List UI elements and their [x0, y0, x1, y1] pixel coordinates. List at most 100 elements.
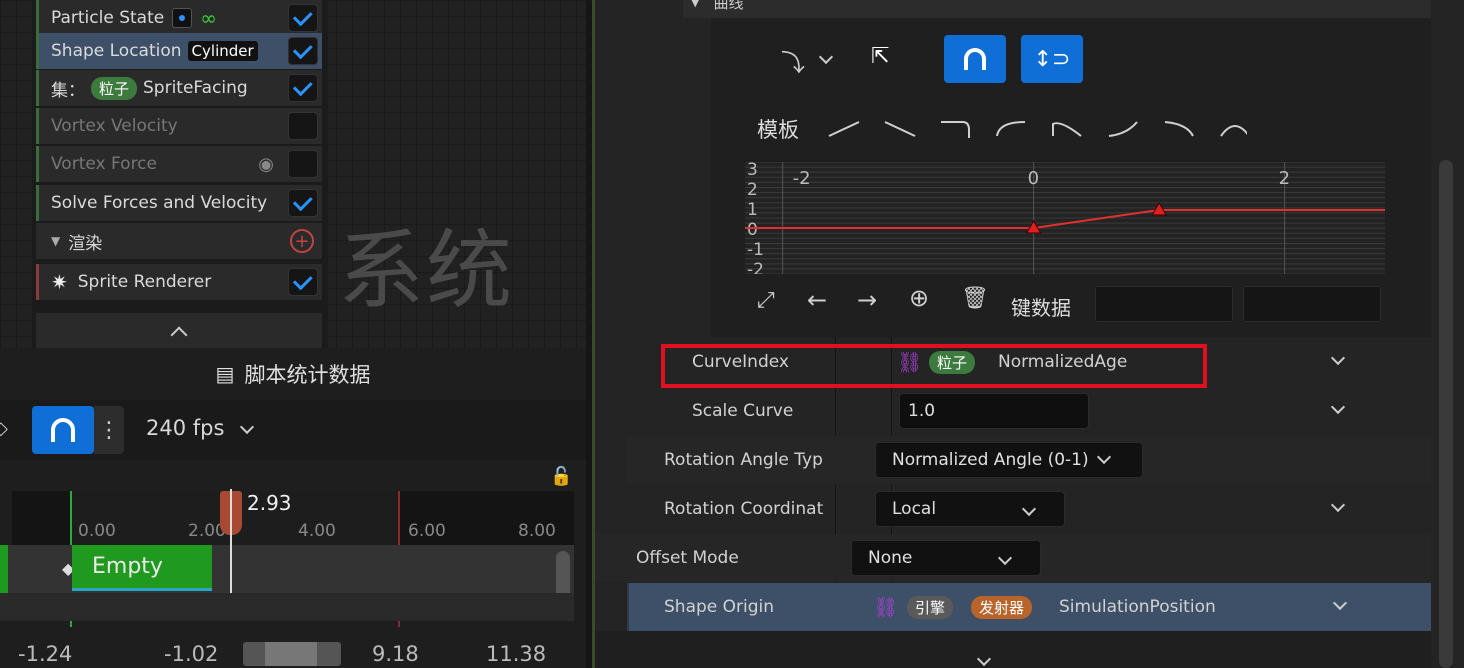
- module-particle-state[interactable]: Particle State ∞: [36, 0, 322, 36]
- template-step: [941, 121, 970, 138]
- y-tick-label: -1: [747, 240, 764, 260]
- sprite-renderer-row[interactable]: ✷ Sprite Renderer: [36, 264, 322, 300]
- renderer-enable-checkbox[interactable]: [288, 268, 318, 296]
- dropdown-value: None: [868, 548, 913, 568]
- dropdown-value: Normalized Angle (0-1): [892, 450, 1089, 470]
- graph-canvas[interactable]: 系统 Particle State ∞ Shape Location Cylin…: [0, 0, 586, 348]
- chevron-down-icon[interactable]: [1330, 399, 1346, 415]
- module-label: Vortex Force: [51, 154, 157, 174]
- engine-pill: 引擎: [907, 595, 954, 619]
- trash-icon[interactable]: 🗑: [961, 286, 989, 311]
- curve-template-list[interactable]: [827, 116, 1247, 142]
- module-enable-checkbox[interactable]: [288, 112, 318, 140]
- arrow-left-icon[interactable]: ←: [807, 286, 827, 314]
- rotation-coord-dropdown[interactable]: Local: [875, 491, 1065, 527]
- rotation-angle-dropdown[interactable]: Normalized Angle (0-1): [875, 442, 1143, 478]
- add-key-icon[interactable]: ⊕: [909, 284, 929, 312]
- ruler-tick: 6.00: [408, 521, 446, 541]
- module-label: Particle State: [51, 8, 165, 28]
- curve-magnet-button[interactable]: [944, 35, 1006, 83]
- module-enable-checkbox[interactable]: [288, 74, 318, 102]
- ruler-tick: 8.00: [518, 521, 556, 541]
- module-sprite-facing[interactable]: 集： 粒子 SpriteFacing: [36, 70, 322, 106]
- y-tick-label: 3: [747, 162, 758, 180]
- module-solve-forces[interactable]: Solve Forces and Velocity: [36, 185, 322, 221]
- chevron-down-icon[interactable]: [1332, 595, 1348, 611]
- y-tick-label: -2: [747, 260, 764, 274]
- vertical-magnet-icon: ↕⊃: [1033, 46, 1071, 72]
- emitter-node[interactable]: Particle State ∞ Shape Location Cylinder…: [32, 0, 328, 348]
- template-decay: [1164, 121, 1194, 137]
- fps-dropdown[interactable]: 240 fps: [146, 416, 224, 440]
- snap-magnet-button[interactable]: [32, 406, 94, 454]
- module-vortex-force[interactable]: Vortex Force ◉: [36, 146, 322, 182]
- shape-badge: Cylinder: [187, 41, 258, 61]
- template-linear-down: [884, 121, 916, 137]
- chevron-down-icon[interactable]: [1330, 350, 1346, 366]
- section-label: 渲染: [68, 233, 103, 254]
- chevron-down-icon[interactable]: [239, 419, 255, 435]
- scale-curve-input[interactable]: 1.0: [899, 393, 1089, 429]
- ruler-tick: 0.00: [78, 521, 116, 541]
- curve-section-header[interactable]: ▼ 曲线: [683, 0, 1431, 18]
- infinity-icon: ∞: [200, 6, 217, 30]
- prop-label: Rotation Angle Typ: [664, 450, 823, 470]
- range-scrollbar[interactable]: [243, 642, 341, 666]
- prop-label: Scale Curve: [692, 401, 794, 421]
- curve-graph[interactable]: -2 0 23210-1-2: [745, 162, 1385, 274]
- offset-mode-dropdown[interactable]: None: [851, 540, 1041, 576]
- timeline-ruler[interactable]: 0.00 2.00 4.00 6.00 8.00 2.93: [12, 491, 574, 627]
- y-tick-label: 1: [747, 200, 758, 220]
- template-bounce: [1052, 122, 1082, 137]
- module-enable-checkbox[interactable]: [288, 150, 318, 178]
- curve-snap-icon[interactable]: ⤵: [771, 40, 815, 80]
- key-value-input[interactable]: [1243, 286, 1381, 322]
- link-chain-icon: ⛓: [873, 595, 899, 619]
- script-stats-tab[interactable]: ▤ 脚本统计数据: [0, 348, 586, 400]
- module-shape-location[interactable]: Shape Location Cylinder: [36, 33, 322, 69]
- arrow-right-icon[interactable]: →: [857, 286, 877, 314]
- add-plus-icon[interactable]: +: [290, 229, 314, 253]
- chevron-down-icon[interactable]: [1330, 497, 1346, 513]
- prop-label: Shape Origin: [664, 597, 775, 617]
- module-enable-checkbox[interactable]: [288, 189, 318, 217]
- eye-icon[interactable]: ◉: [258, 154, 274, 175]
- external-link-icon[interactable]: ⇱: [871, 44, 889, 69]
- diamond-icon[interactable]: ◇: [0, 418, 8, 439]
- track-section[interactable]: Empty: [72, 545, 212, 591]
- template-ease-out: [996, 121, 1026, 137]
- module-suffix: SpriteFacing: [143, 78, 248, 98]
- range-value: -1.02: [164, 642, 219, 666]
- lock-icon[interactable]: 🔓: [550, 466, 572, 487]
- sprite-burst-icon: ✷: [51, 270, 68, 294]
- fit-expand-icon[interactable]: ⤢: [757, 288, 775, 313]
- shape-origin-row[interactable]: Shape Origin ⛓ 引擎 发射器 SimulationPosition: [627, 583, 1431, 631]
- collapse-arrow-icon: ▼: [691, 0, 700, 9]
- module-enable-checkbox[interactable]: [288, 4, 318, 32]
- details-scrollbar[interactable]: [1439, 160, 1453, 668]
- vertical-snap-button[interactable]: ↕⊃: [1021, 35, 1083, 83]
- scale-curve-row: Scale Curve 1.0: [655, 387, 1431, 435]
- ruler-tick: 4.00: [298, 521, 336, 541]
- magnet-icon: [51, 418, 75, 442]
- module-label: 集：: [51, 80, 85, 101]
- prop-label: Offset Mode: [636, 548, 739, 568]
- render-section-header[interactable]: ▼ 渲染 +: [36, 223, 322, 259]
- collapse-arrow-icon[interactable]: ▼: [51, 234, 60, 248]
- magnet-icon: [964, 48, 986, 70]
- y-tick-label: 0: [747, 220, 758, 240]
- key-time-input[interactable]: [1095, 286, 1233, 322]
- x-tick-label: -2: [793, 168, 811, 189]
- module-label: Solve Forces and Velocity: [51, 193, 268, 213]
- more-options-icon[interactable]: ⋮: [94, 406, 124, 454]
- dot-icon: [172, 8, 193, 28]
- collapse-node-button[interactable]: [36, 313, 322, 348]
- playhead-time: 2.93: [247, 491, 292, 515]
- details-panel: ▼ 曲线 ⤵ ⇱ ↕⊃ 模板 -2 0 2 3 2 1 0 -1 -2 ⤢ ← …: [592, 0, 1464, 668]
- template-ease-in-out: [1108, 121, 1138, 137]
- module-enable-checkbox[interactable]: [288, 37, 318, 65]
- prop-label: Rotation Coordinat: [664, 499, 824, 519]
- module-vortex-velocity[interactable]: Vortex Velocity: [36, 108, 322, 144]
- chevron-down-icon[interactable]: [818, 49, 834, 65]
- timeline-toolbar: ◇ ⋮ 240 fps: [0, 400, 586, 460]
